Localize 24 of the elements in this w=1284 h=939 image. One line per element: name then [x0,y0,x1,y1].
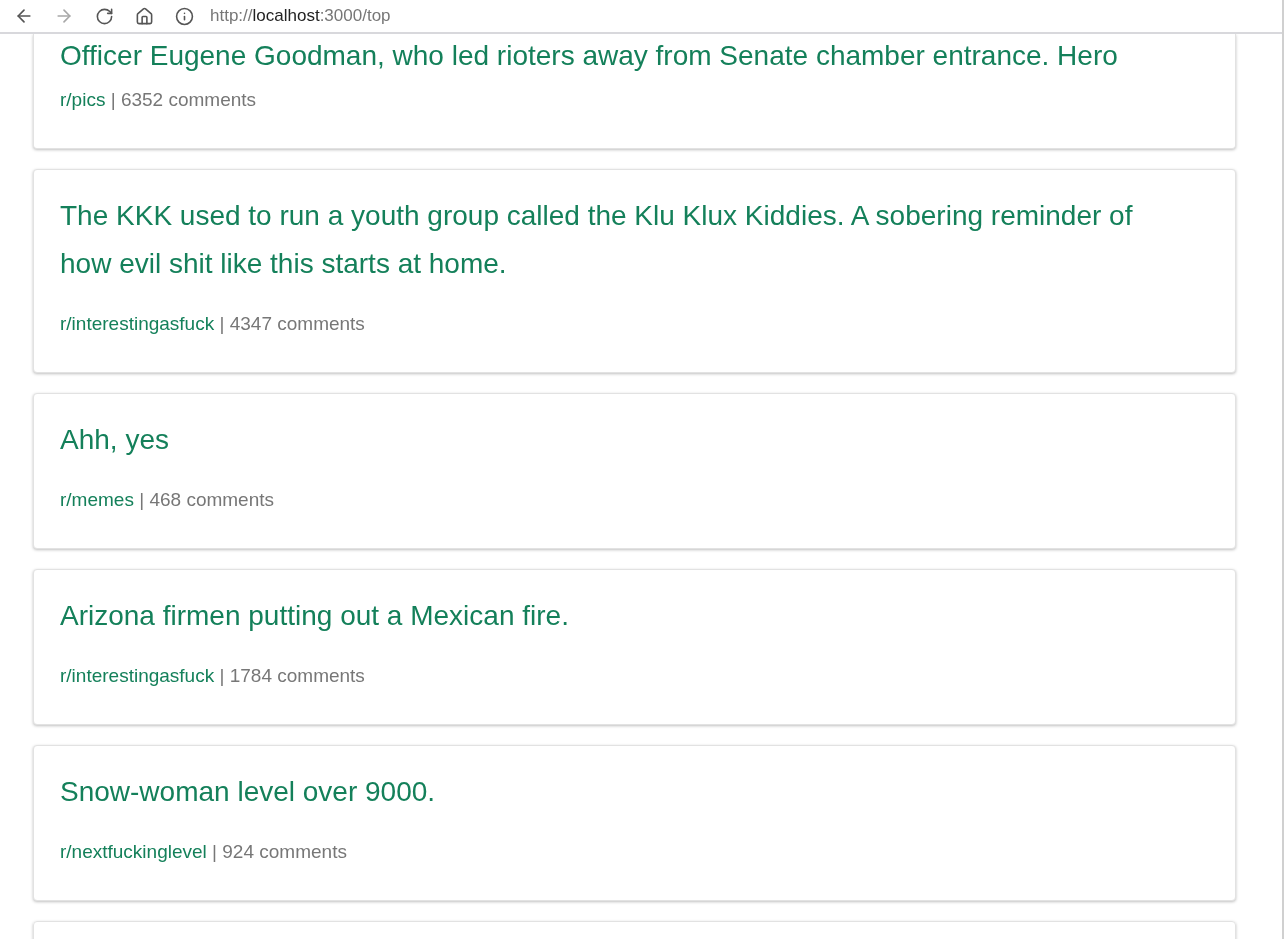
post-title[interactable]: Snow-woman level over 9000. [60,768,1209,816]
comment-count: 924 comments [222,841,347,862]
separator: | [212,841,217,862]
home-icon [134,6,154,26]
address-bar[interactable]: http://localhost:3000/top [210,6,391,26]
post-title[interactable]: Ahh, yes [60,416,1209,464]
separator: | [139,489,145,510]
post-title[interactable]: The KKK used to run a youth group called the Klu Klux Kiddies. A sobering reminder of how evil shit like this starts at home. [60,192,1209,288]
separator: | [219,665,225,686]
reload-icon [94,6,114,26]
subreddit-link[interactable]: r/pics [60,89,106,110]
separator: | [219,313,225,334]
comment-count: 1784 comments [229,665,365,686]
post-title[interactable]: Arizona firmen putting out a Mexican fire. [60,592,1209,640]
subreddit-link[interactable]: r/memes [60,489,134,510]
post-title[interactable]: Officer Eugene Goodman, who led rioters away from Senate chamber entrance. Hero [60,36,1209,76]
comment-count: 6352 comments [120,89,257,110]
comment-count: 4347 comments [229,313,365,334]
separator: | [110,89,116,110]
comment-count: 468 comments [149,489,275,510]
info-icon [174,6,194,26]
subreddit-link[interactable]: r/interestingasfuck [60,313,215,334]
subreddit-link[interactable]: r/interestingasfuck [60,665,215,686]
subreddit-link[interactable]: r/nextfuckinglevel [60,841,207,862]
